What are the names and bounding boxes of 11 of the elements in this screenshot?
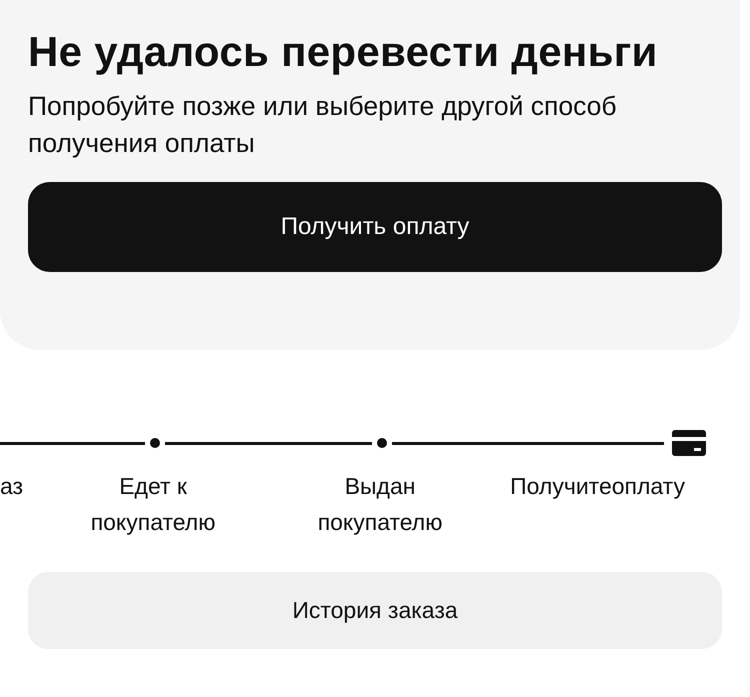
step-label: аз — [0, 472, 24, 501]
get-payment-button[interactable]: Получить оплату — [28, 182, 722, 272]
error-message: Попробуйте позже или выберите другой способ получения оплаты — [28, 90, 618, 160]
card-icon — [672, 430, 706, 456]
order-history-button[interactable]: История заказа — [28, 572, 722, 649]
step-label: Выдан покупателю — [316, 472, 444, 537]
step-dot — [377, 438, 387, 448]
error-title: Не удалось перевести деньги — [28, 28, 659, 76]
step-label: Едет к покупателю — [90, 472, 216, 537]
step-label: Получитеоплату — [510, 472, 685, 501]
step-dot — [150, 438, 160, 448]
